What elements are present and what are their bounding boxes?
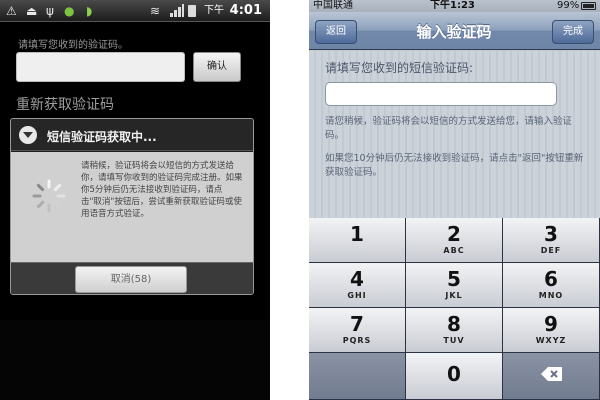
resend-code-link[interactable]: 重新获取验证码 <box>16 94 114 114</box>
key-4[interactable]: 4 GHI <box>309 263 406 308</box>
confirm-button[interactable]: 确认 <box>193 52 241 82</box>
code-input[interactable] <box>325 82 557 106</box>
usb-icon: ψ <box>46 4 54 18</box>
key-7[interactable]: 7 PQRS <box>309 308 406 353</box>
iphone-screen: 中国联通 下午1:23 99% 返回 输入验证码 完成 请填写您收到的短信验证码… <box>309 0 600 400</box>
dialog-footer: 取消(58) <box>11 262 253 294</box>
carrier-label: 中国联通 <box>313 0 353 11</box>
dialog-header: 短信验证码获取中... <box>11 119 253 151</box>
key-blank <box>309 353 406 400</box>
key-8[interactable]: 8 TUV <box>406 308 503 353</box>
warning-icon: ⚠ <box>6 4 17 18</box>
info-paragraph-1: 请您稍候，验证码将会以短信的方式发送给您，请输入验证码。 <box>325 116 573 141</box>
navigation-bar: 返回 输入验证码 完成 <box>309 12 600 50</box>
dialog-title: 短信验证码获取中... <box>47 130 157 144</box>
status-clock: 4:01 <box>229 3 262 18</box>
backspace-icon <box>541 367 562 381</box>
dialog-message: 请稍候，验证码将会以短信的方式发送给你，请填写你收到的验证码完成注册。如果你5分… <box>81 161 243 219</box>
key-9[interactable]: 9 WXYZ <box>503 308 600 353</box>
ios-status-bar: 中国联通 下午1:23 99% <box>309 0 600 12</box>
status-time: 下午1:23 <box>430 0 475 11</box>
progress-dialog: 短信验证码获取中... 请稍候，验证码将会以短信的方式发送给你，请填写你收到的验… <box>10 118 254 295</box>
status-ampm: 下午 <box>204 5 224 16</box>
code-input[interactable] <box>16 52 185 82</box>
leaf-app-icon: ◗ <box>86 4 93 18</box>
code-label: 请填写您收到的短信验证码: <box>325 61 474 75</box>
key-2[interactable]: 2 ABC <box>406 218 503 263</box>
key-6[interactable]: 6 MNO <box>503 263 600 308</box>
android-content: 请填写您收到的验证码。 确认 重新获取验证码 短信验证码获取中... 请稍候，验… <box>0 22 270 400</box>
upload-icon: ⏏ <box>26 4 38 18</box>
android-robot-icon: ● <box>64 4 75 18</box>
key-1[interactable]: 1 <box>309 218 406 263</box>
signal-icon <box>170 4 184 17</box>
battery-percent: 99% <box>557 0 580 11</box>
key-3[interactable]: 3 DEF <box>503 218 600 263</box>
code-hint: 请填写您收到的验证码。 <box>18 40 128 51</box>
nav-title: 输入验证码 <box>416 23 492 41</box>
battery-icon <box>581 2 596 10</box>
battery-icon <box>188 5 196 17</box>
key-0[interactable]: 0 <box>406 353 503 400</box>
back-button[interactable]: 返回 <box>315 20 357 44</box>
wifi-icon: ≋ <box>150 4 161 18</box>
delete-key[interactable] <box>503 353 600 400</box>
android-bottom-area <box>0 320 270 400</box>
loading-spinner-icon <box>32 179 66 213</box>
cancel-button[interactable]: 取消(58) <box>75 266 187 293</box>
done-button[interactable]: 完成 <box>552 20 594 44</box>
info-paragraph-2: 如果您10分钟后仍无法接收到验证码，请点击"返回"按钮重新获取验证码。 <box>325 153 584 178</box>
dialog-message-area: 请稍候，验证码将会以短信的方式发送给你，请填写你收到的验证码完成注册。如果你5分… <box>11 152 253 262</box>
key-5[interactable]: 5 JKL <box>406 263 503 308</box>
numeric-keypad: 1 2 ABC 3 DEF 4 GHI 5 JKL 6 MNO 7 PQRS 8 TUV 9W… <box>309 218 600 400</box>
ios-content: 请填写您收到的短信验证码: 请您稍候，验证码将会以短信的方式发送给您，请输入验证… <box>309 51 600 218</box>
android-status-bar: ⚠ ⏏ ψ ● ◗ ≋ 下午 4:01 <box>0 0 270 22</box>
dropdown-arrow-icon <box>19 126 37 144</box>
android-screen: ⚠ ⏏ ψ ● ◗ ≋ 下午 4:01 请填写您收到的验证码。 确认 重新获取验… <box>0 0 270 400</box>
